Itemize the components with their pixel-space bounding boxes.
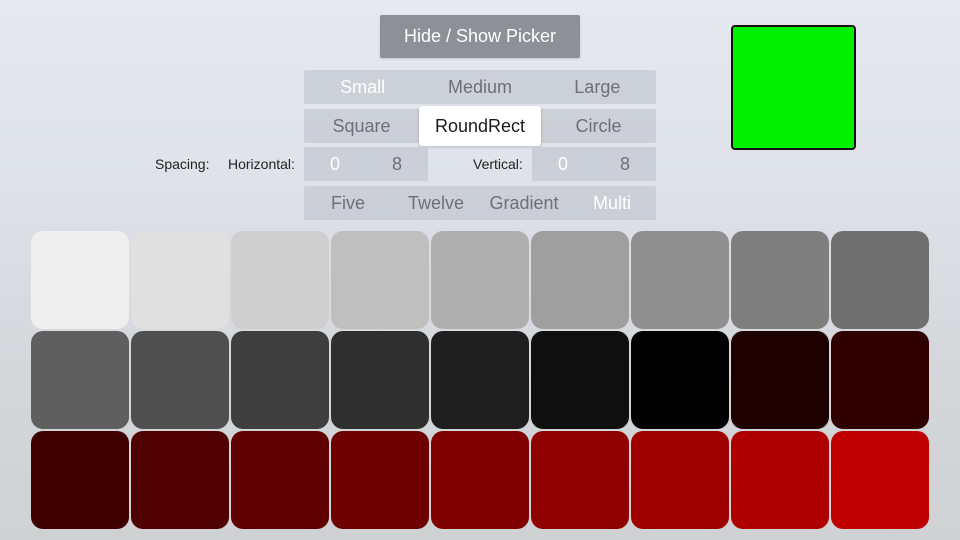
- vertical-spacing-option-0[interactable]: 0: [532, 147, 594, 181]
- vertical-spacing-control: 0 8: [532, 147, 656, 181]
- color-swatch[interactable]: [831, 331, 929, 429]
- color-swatch[interactable]: [31, 331, 129, 429]
- vertical-spacing-label: Vertical:: [473, 156, 523, 172]
- color-swatch[interactable]: [831, 431, 929, 529]
- color-swatch[interactable]: [31, 231, 129, 329]
- size-option-small[interactable]: Small: [304, 70, 421, 104]
- color-swatch[interactable]: [431, 331, 529, 429]
- vertical-spacing-option-8[interactable]: 8: [594, 147, 656, 181]
- shape-option-circle[interactable]: Circle: [541, 109, 656, 143]
- selected-color-preview: [731, 25, 856, 150]
- size-option-medium[interactable]: Medium: [421, 70, 538, 104]
- color-swatch[interactable]: [331, 331, 429, 429]
- spacing-label: Spacing:: [155, 156, 210, 172]
- palette-segmented-control: Five Twelve Gradient Multi: [304, 186, 656, 220]
- color-swatch[interactable]: [631, 331, 729, 429]
- palette-option-multi[interactable]: Multi: [568, 186, 656, 220]
- color-swatch[interactable]: [731, 231, 829, 329]
- horizontal-spacing-control: 0 8: [304, 147, 428, 181]
- color-swatch[interactable]: [231, 231, 329, 329]
- color-swatch[interactable]: [331, 431, 429, 529]
- horizontal-spacing-label: Horizontal:: [228, 156, 295, 172]
- color-swatch[interactable]: [231, 331, 329, 429]
- color-swatch[interactable]: [231, 431, 329, 529]
- hide-show-picker-button[interactable]: Hide / Show Picker: [380, 15, 580, 58]
- color-swatch[interactable]: [631, 431, 729, 529]
- color-swatch[interactable]: [531, 331, 629, 429]
- size-option-large[interactable]: Large: [539, 70, 656, 104]
- color-swatch[interactable]: [531, 431, 629, 529]
- horizontal-spacing-option-8[interactable]: 8: [366, 147, 428, 181]
- horizontal-spacing-option-0[interactable]: 0: [304, 147, 366, 181]
- color-swatch[interactable]: [431, 431, 529, 529]
- color-swatch[interactable]: [131, 331, 229, 429]
- color-swatch[interactable]: [731, 431, 829, 529]
- shape-option-square[interactable]: Square: [304, 109, 419, 143]
- shape-segmented-control: Square RoundRect Circle: [304, 106, 656, 146]
- color-swatch[interactable]: [131, 231, 229, 329]
- palette-option-gradient[interactable]: Gradient: [480, 186, 568, 220]
- color-swatch[interactable]: [731, 331, 829, 429]
- color-swatch[interactable]: [131, 431, 229, 529]
- palette-option-five[interactable]: Five: [304, 186, 392, 220]
- size-segmented-control: Small Medium Large: [304, 70, 656, 104]
- color-swatch[interactable]: [631, 231, 729, 329]
- shape-option-roundrect[interactable]: RoundRect: [419, 106, 541, 146]
- palette-option-twelve[interactable]: Twelve: [392, 186, 480, 220]
- color-swatch[interactable]: [31, 431, 129, 529]
- color-swatch[interactable]: [331, 231, 429, 329]
- color-swatch[interactable]: [831, 231, 929, 329]
- color-swatch[interactable]: [431, 231, 529, 329]
- color-swatch[interactable]: [531, 231, 629, 329]
